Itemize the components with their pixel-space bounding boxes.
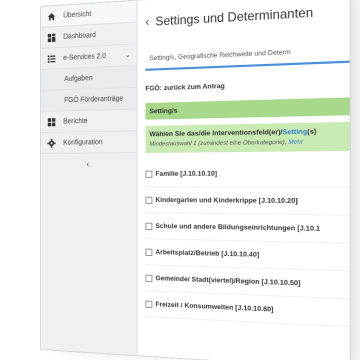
list-item: Familie [J.10.10.10] xyxy=(145,159,350,188)
dashboard-icon xyxy=(47,32,56,42)
sidebar-item-label: FGÖ Förderanträge xyxy=(64,94,124,104)
page-header: ‹ Settings und Determinanten xyxy=(145,0,349,44)
screenshot-stage: Übersicht Dashboard e-Services 2.0 ⌄ Auf… xyxy=(0,0,360,360)
sidebar-item-aufgaben[interactable]: Aufgaben xyxy=(40,66,137,91)
gear-icon xyxy=(47,138,56,147)
checkbox-label: Gemeinde/ Stadt(viertel)/Region [J.10.10… xyxy=(155,274,301,288)
tab-settings[interactable]: Setting/s, Geografische Reichweite und D… xyxy=(145,38,350,71)
back-arrow-icon[interactable]: ‹ xyxy=(145,14,149,29)
checkbox-label: Arbeitsplatz/Betrieb [J.10.10.40] xyxy=(155,248,260,259)
list-icon xyxy=(47,54,56,63)
back-to-application-link[interactable]: FGÖ: zurück zum Antrag xyxy=(145,78,349,93)
checkbox[interactable] xyxy=(145,274,153,282)
setting-help-link[interactable]: Setting xyxy=(283,128,308,136)
sidebar-item-label: Berichte xyxy=(63,117,88,126)
checkbox-label: Freizeit / Konsumwelten [J.10.10.60] xyxy=(155,300,274,314)
instruction-prefix: Wählen Sie das/die Interventionsfeld(er)… xyxy=(149,128,283,139)
checkbox[interactable] xyxy=(145,196,153,204)
sidebar-item-label: Dashboard xyxy=(63,31,96,41)
checkbox[interactable] xyxy=(145,222,153,230)
sidebar-item-label: Übersicht xyxy=(63,10,92,20)
sidebar-item-label: Konfiguration xyxy=(63,138,103,147)
checkbox-label: Kindergarten und Kinderkrippe [J.10.10.2… xyxy=(155,196,298,205)
list-item: Kindergarten und Kinderkrippe [J.10.10.2… xyxy=(145,187,350,216)
instruction-suffix: (s) xyxy=(307,128,317,136)
home-icon xyxy=(47,12,56,22)
checkbox-label: Schule und andere Bildungseinrichtungen … xyxy=(155,222,321,233)
sidebar: Übersicht Dashboard e-Services 2.0 ⌄ Auf… xyxy=(40,0,138,356)
sidebar-item-foerderantraege[interactable]: FGÖ Förderanträge xyxy=(40,87,137,112)
checkbox[interactable] xyxy=(145,170,153,178)
sidebar-item-label: Aufgaben xyxy=(64,74,93,83)
sidebar-item-label: e-Services 2.0 xyxy=(63,52,106,62)
grid-icon xyxy=(47,117,56,126)
checkbox[interactable] xyxy=(145,248,153,256)
instruction-text: Wählen Sie das/die Interventionsfeld(er)… xyxy=(149,128,345,139)
checkbox-label: Familie [J.10.10.10] xyxy=(155,169,218,178)
app-window: Übersicht Dashboard e-Services 2.0 ⌄ Auf… xyxy=(40,0,351,360)
main-content: ‹ Settings und Determinanten Setting/s, … xyxy=(137,0,350,360)
more-link[interactable]: Mehr xyxy=(288,139,303,146)
sidebar-collapse-button[interactable]: ‹ xyxy=(41,153,137,174)
checkbox[interactable] xyxy=(145,300,153,308)
sidebar-item-berichte[interactable]: Berichte xyxy=(40,109,137,133)
instruction-box: Wählen Sie das/die Interventionsfeld(er)… xyxy=(145,121,350,153)
instruction-hint: Mindestauswahl 1 (zumindest eine Oberkat… xyxy=(149,139,345,148)
page-title: Settings und Determinanten xyxy=(155,4,314,29)
instruction-hint-text: Mindestauswahl 1 (zumindest eine Oberkat… xyxy=(149,139,289,148)
section-header-settings: Setting/s xyxy=(145,97,350,120)
sidebar-item-konfiguration[interactable]: Konfiguration xyxy=(40,131,137,154)
chevron-down-icon: ⌄ xyxy=(124,51,131,60)
setting-checklist: Familie [J.10.10.10] Kindergarten und Ki… xyxy=(145,159,350,328)
